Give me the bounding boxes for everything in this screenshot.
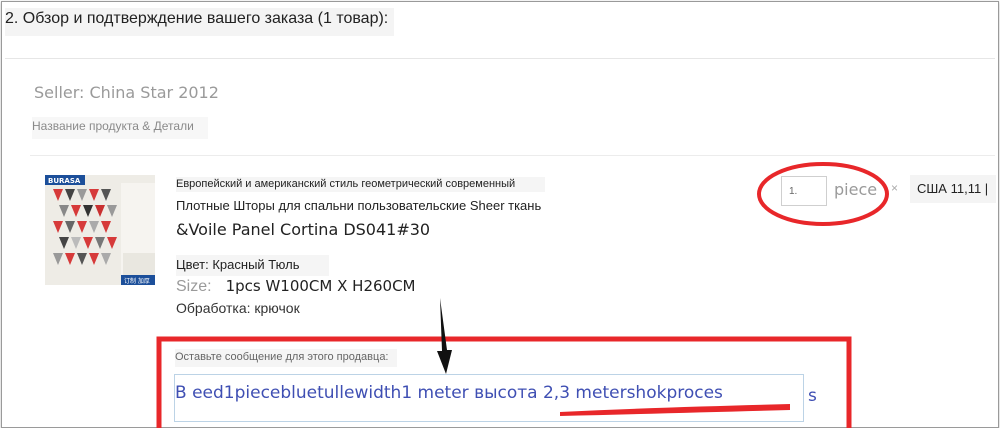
quantity-unit: piece	[834, 180, 878, 199]
quantity-input[interactable]: 1.	[781, 176, 827, 206]
section-title: 2. Обзор и подтверждение вашего заказа (…	[5, 8, 395, 36]
seller-message-text: В eed1piecebluetullewidth1 meter высота …	[175, 383, 723, 403]
size-value: 1pcs W100CM X H260CM	[225, 277, 416, 295]
product-title-line1[interactable]: Европейский и американский стиль геометр…	[176, 177, 546, 192]
product-color: Цвет: Красный Тюль	[176, 255, 330, 276]
thumbnail-brand-badge: BURASA	[48, 177, 81, 185]
unit-price: США 11,11 |	[910, 175, 996, 203]
seller-message-label: Оставьте сообщение для этого продавца:	[175, 349, 397, 367]
size-label: Size:	[176, 278, 212, 295]
column-header-product: Название продукта & Детали	[32, 117, 208, 139]
seller-name[interactable]: Seller: China Star 2012	[34, 83, 219, 102]
divider	[5, 58, 995, 59]
seller-message-overflow-text: s	[808, 386, 817, 406]
multiply-sign: ×	[891, 181, 899, 195]
product-size: Size: 1pcs W100CM X H260CM	[176, 277, 416, 296]
product-thumbnail[interactable]: BURASA 订制 加厚	[45, 175, 155, 285]
divider	[30, 155, 995, 156]
product-title-line3[interactable]: &Voile Panel Cortina DS041#30	[176, 220, 430, 239]
thumbnail-corner-label: 订制 加厚	[124, 277, 150, 285]
product-processing: Обработка: крючок	[176, 300, 300, 316]
product-title-line2[interactable]: Плотные Шторы для спальни пользовательск…	[176, 198, 541, 213]
